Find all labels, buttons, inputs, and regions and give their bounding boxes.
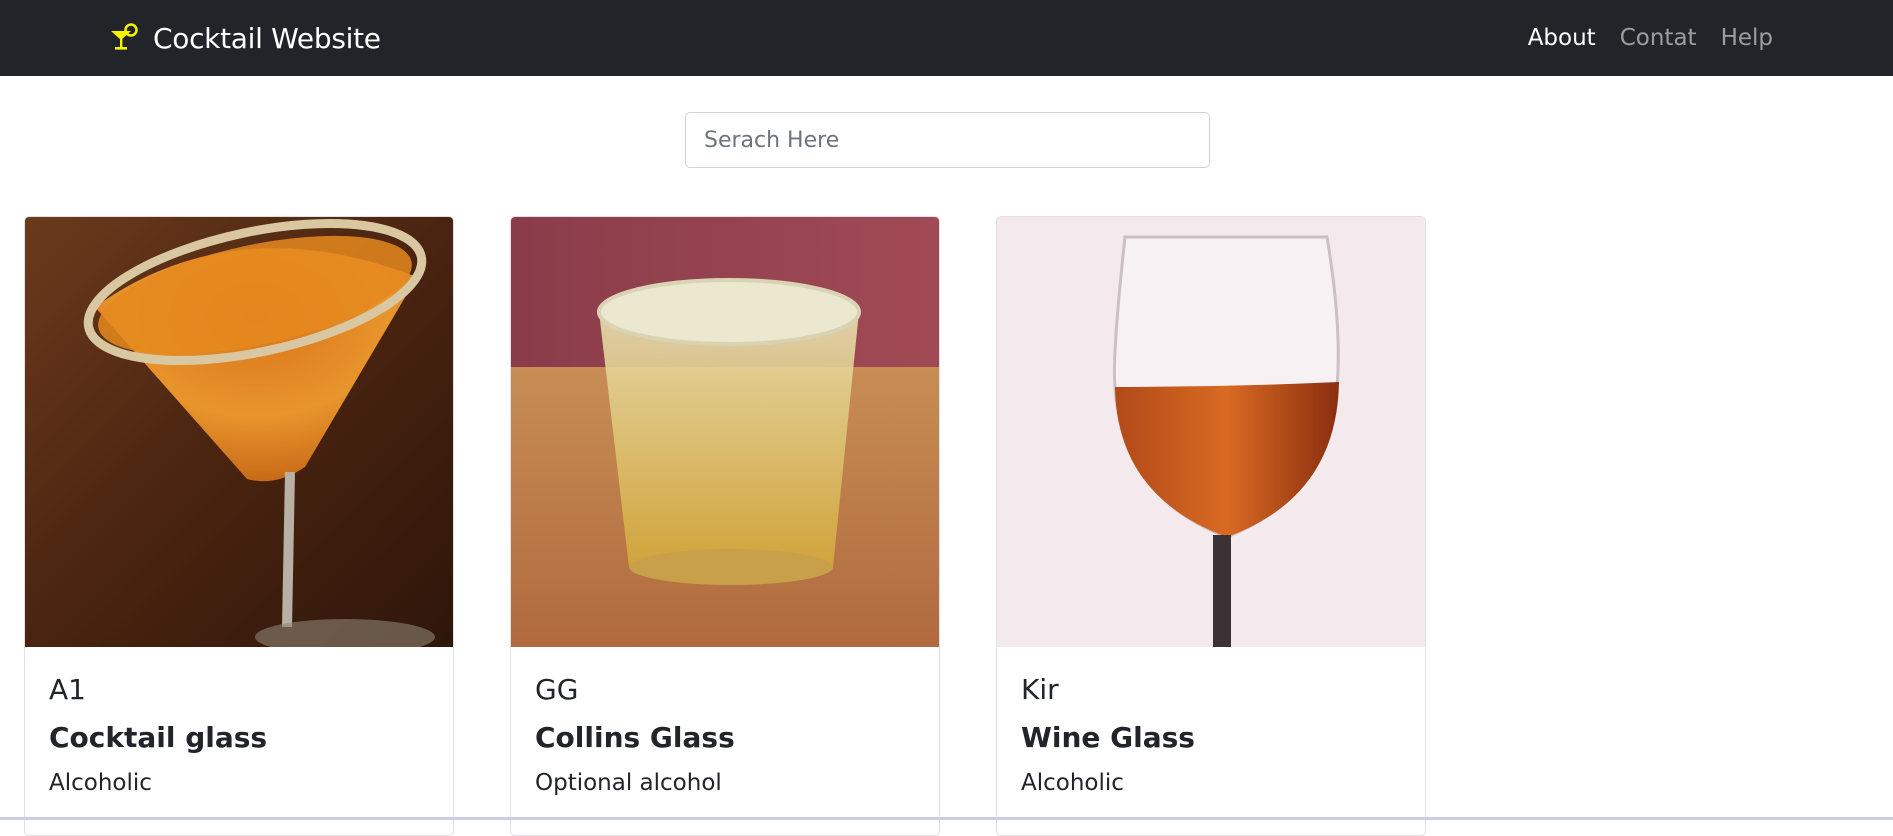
collins-glass-drink-photo xyxy=(511,217,939,647)
cocktail-icon xyxy=(109,22,141,54)
alcohol-type: Alcoholic xyxy=(49,770,152,797)
nav-contact[interactable]: Contat xyxy=(1620,25,1697,51)
nav-about[interactable]: About xyxy=(1528,25,1596,51)
drink-card[interactable]: A1 Cocktail glass Alcoholic xyxy=(24,216,454,836)
brand-title: Cocktail Website xyxy=(153,21,381,55)
card-body: GG Collins Glass Optional alcohol xyxy=(511,647,939,824)
cocktail-glass-drink-photo xyxy=(25,217,453,647)
wine-glass-drink-photo xyxy=(997,217,1425,647)
navbar: Cocktail Website About Contat Help xyxy=(0,0,1893,76)
search-container xyxy=(685,112,1210,168)
drink-name: A1 xyxy=(49,673,86,706)
brand-link[interactable]: Cocktail Website xyxy=(109,0,381,76)
search-input[interactable] xyxy=(685,112,1210,168)
card-body: A1 Cocktail glass Alcoholic xyxy=(25,647,453,824)
glass-type: Cocktail glass xyxy=(49,720,268,754)
nav-help[interactable]: Help xyxy=(1721,25,1773,51)
alcohol-type: Alcoholic xyxy=(1021,770,1124,797)
nav-links: About Contat Help xyxy=(1528,0,1773,76)
alcohol-type: Optional alcohol xyxy=(535,770,722,797)
drink-card[interactable]: Kir Wine Glass Alcoholic xyxy=(996,216,1426,836)
glass-type: Wine Glass xyxy=(1021,720,1195,754)
card-body: Kir Wine Glass Alcoholic xyxy=(997,647,1425,824)
drink-name: Kir xyxy=(1021,673,1059,706)
drink-name: GG xyxy=(535,673,579,706)
glass-type: Collins Glass xyxy=(535,720,735,754)
drink-card[interactable]: GG Collins Glass Optional alcohol xyxy=(510,216,940,836)
